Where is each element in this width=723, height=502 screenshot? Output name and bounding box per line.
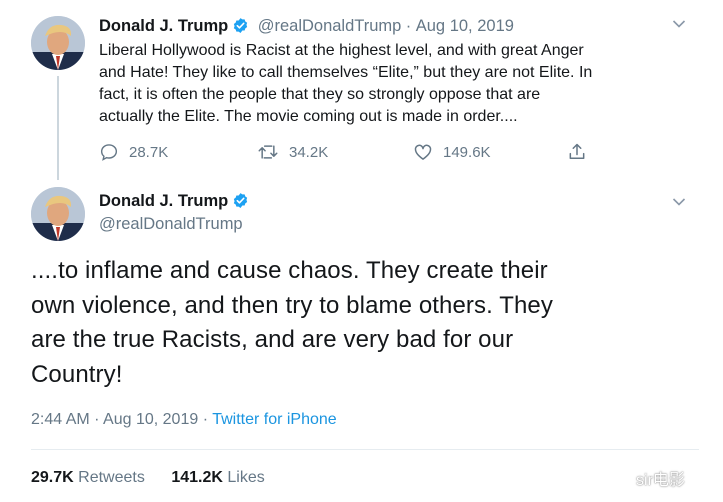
tweet1-dot: · (405, 17, 412, 35)
tweet1-menu-chevron[interactable] (672, 17, 686, 32)
tweet1-text: Liberal Hollywood is Racist at the highe… (99, 40, 699, 128)
tweet2-source-link[interactable]: Twitter for iPhone (212, 411, 337, 428)
tweet2-time[interactable]: 2:44 AM (31, 411, 90, 428)
reply-count: 28.7K (129, 143, 169, 161)
tweet1-text-line: fact, it is often the people that they s… (99, 86, 541, 103)
tweet2-text-line: ....to inflame and cause chaos. They cre… (31, 257, 548, 284)
tweet1-text-line: and Hate! They like to call themselves “… (99, 64, 593, 81)
tweet1-action-bar: 28.7K 34.2K 149.6K (99, 142, 599, 164)
share-button[interactable] (567, 142, 587, 162)
meta-dot: · (94, 411, 100, 428)
tweet2-text: ....to inflame and cause chaos. They cre… (31, 254, 711, 392)
avatar-image (31, 16, 85, 70)
likes-stat[interactable]: 141.2K Likes (171, 469, 264, 486)
tweet2-text-line: are the true Racists, and are very bad f… (31, 326, 514, 353)
thread-connector-line (57, 76, 59, 180)
chevron-down-icon (672, 20, 686, 28)
avatar-image (31, 187, 85, 241)
tweet2-date[interactable]: Aug 10, 2019 (103, 411, 198, 428)
tweet2-text-line: own violence, and then try to blame othe… (31, 291, 553, 319)
tweet1-author-name[interactable]: Donald J. Trump (99, 17, 228, 35)
tweet2-author-name[interactable]: Donald J. Trump (99, 192, 228, 210)
tweet2-menu-chevron[interactable] (672, 195, 686, 210)
like-icon (414, 144, 432, 160)
tweet1-date[interactable]: Aug 10, 2019 (416, 17, 514, 35)
share-icon (569, 143, 585, 159)
reply-icon (100, 144, 118, 161)
tweet1-text-line: Liberal Hollywood is Racist at the highe… (99, 42, 584, 59)
like-button[interactable]: 149.6K (413, 142, 491, 162)
retweet-icon (258, 145, 278, 159)
stats-divider (31, 449, 699, 450)
like-count: 149.6K (443, 143, 491, 161)
likes-stat-label: Likes (227, 469, 265, 486)
retweets-stat-count: 29.7K (31, 469, 74, 486)
retweet-count: 34.2K (289, 143, 329, 161)
retweets-stat[interactable]: 29.7K Retweets (31, 469, 145, 486)
tweet2-metadata: 2:44 AM · Aug 10, 2019 · Twitter for iPh… (31, 411, 337, 429)
tweet2-avatar[interactable] (31, 187, 85, 241)
tweet1-text-line: actually the Elite. The movie coming out… (99, 108, 518, 125)
chevron-down-icon (672, 198, 686, 206)
likes-stat-count: 141.2K (171, 469, 223, 486)
tweet2-stats: 29.7K Retweets 141.2K Likes (31, 469, 265, 487)
retweets-stat-label: Retweets (78, 469, 145, 486)
reply-button[interactable]: 28.7K (99, 142, 168, 162)
tweet1-handle[interactable]: @realDonaldTrump (258, 17, 402, 35)
tweet2-text-line: Country! (31, 360, 123, 388)
verified-icon (234, 193, 248, 208)
retweet-button[interactable]: 34.2K (257, 142, 328, 162)
tweet2-handle[interactable]: @realDonaldTrump (99, 215, 243, 234)
meta-dot: · (202, 411, 209, 428)
watermark: sir电影 (636, 472, 685, 489)
verified-icon (234, 18, 248, 33)
tweet1-avatar[interactable] (31, 16, 85, 70)
